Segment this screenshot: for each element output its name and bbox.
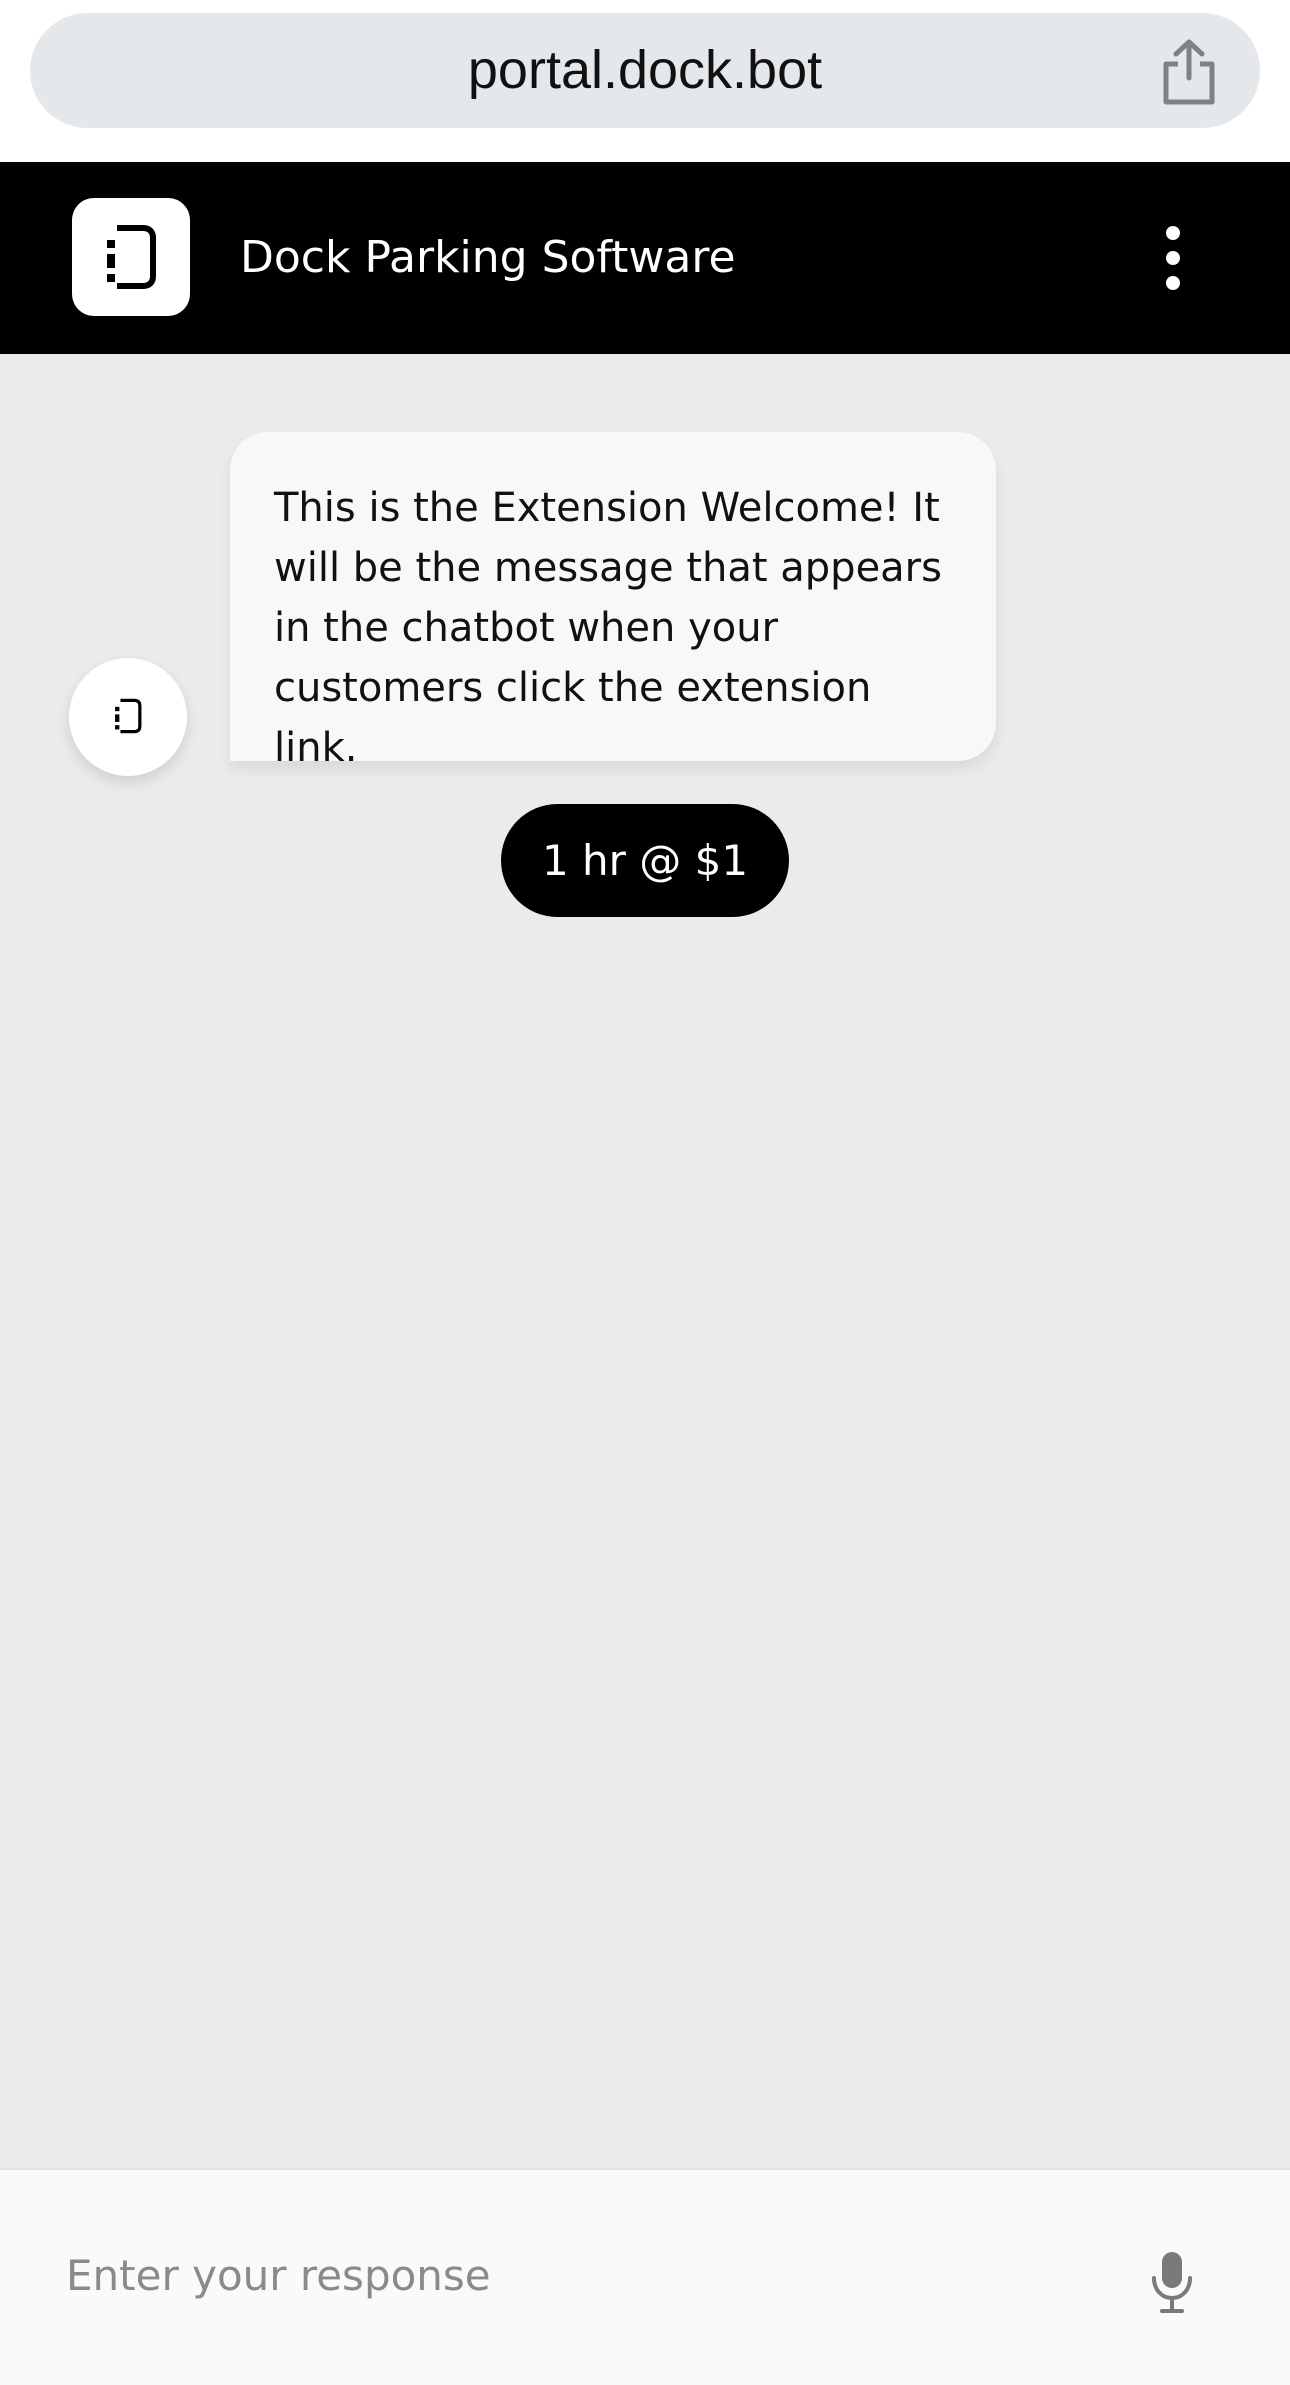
response-input[interactable]	[66, 2230, 1066, 2320]
more-vertical-icon[interactable]	[1150, 222, 1196, 294]
microphone-icon[interactable]	[1150, 2250, 1194, 2314]
dock-logo-icon	[72, 198, 190, 316]
chat-area: This is the Extension Welcome! It will b…	[0, 354, 1290, 2168]
bot-message: This is the Extension Welcome! It will b…	[230, 432, 996, 771]
address-bar[interactable]: portal.dock.bot	[30, 13, 1260, 128]
dock-logo-icon	[115, 698, 142, 734]
app-header: Dock Parking Software	[0, 162, 1290, 354]
composer-bar	[0, 2168, 1290, 2385]
browser-bar: portal.dock.bot	[0, 0, 1290, 162]
quick-reply-button[interactable]: 1 hr @ $1	[501, 804, 789, 917]
url-text: portal.dock.bot	[467, 40, 823, 100]
share-icon[interactable]	[1158, 38, 1220, 106]
app-title: Dock Parking Software	[240, 232, 736, 283]
bot-avatar	[69, 658, 187, 776]
